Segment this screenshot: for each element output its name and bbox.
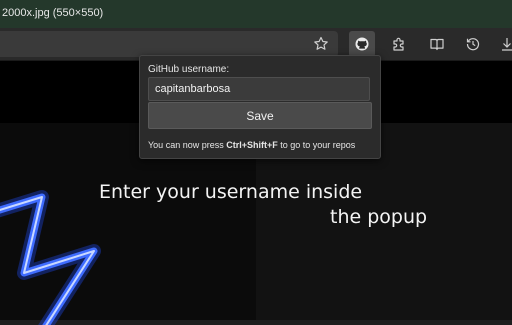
- history-icon: [466, 38, 480, 51]
- history-button[interactable]: [460, 31, 486, 57]
- hint-prefix: You can now press: [148, 140, 227, 150]
- hint-suffix: to go to your repos: [277, 140, 356, 150]
- reading-view-icon: [430, 38, 444, 51]
- instruction-caption-line1: Enter your username inside: [99, 181, 363, 203]
- github-username-popup: GitHub username: Save You can now press …: [139, 55, 381, 159]
- star-icon: [314, 36, 328, 50]
- instruction-caption-line2: the popup: [330, 206, 428, 228]
- username-label: GitHub username:: [148, 64, 230, 75]
- username-input[interactable]: [148, 77, 370, 101]
- reading-view-button[interactable]: [424, 31, 450, 57]
- downloads-button[interactable]: [494, 31, 512, 57]
- title-bar: 2000x.jpg (550×550): [0, 0, 512, 28]
- tab-title[interactable]: 2000x.jpg (550×550): [2, 7, 103, 19]
- save-button[interactable]: Save: [148, 102, 372, 129]
- github-extension-button[interactable]: [349, 31, 375, 57]
- extensions-button[interactable]: [386, 31, 412, 57]
- shortcut-hint: You can now press Ctrl+Shift+F to go to …: [148, 140, 355, 150]
- github-icon: [355, 37, 369, 51]
- address-bar[interactable]: [0, 31, 338, 57]
- favorite-star-button[interactable]: [308, 31, 334, 57]
- download-icon: [502, 38, 512, 51]
- puzzle-icon: [393, 37, 404, 51]
- neon-lightning-illustration: [0, 190, 101, 325]
- shortcut-keys: Ctrl+Shift+F: [226, 140, 278, 150]
